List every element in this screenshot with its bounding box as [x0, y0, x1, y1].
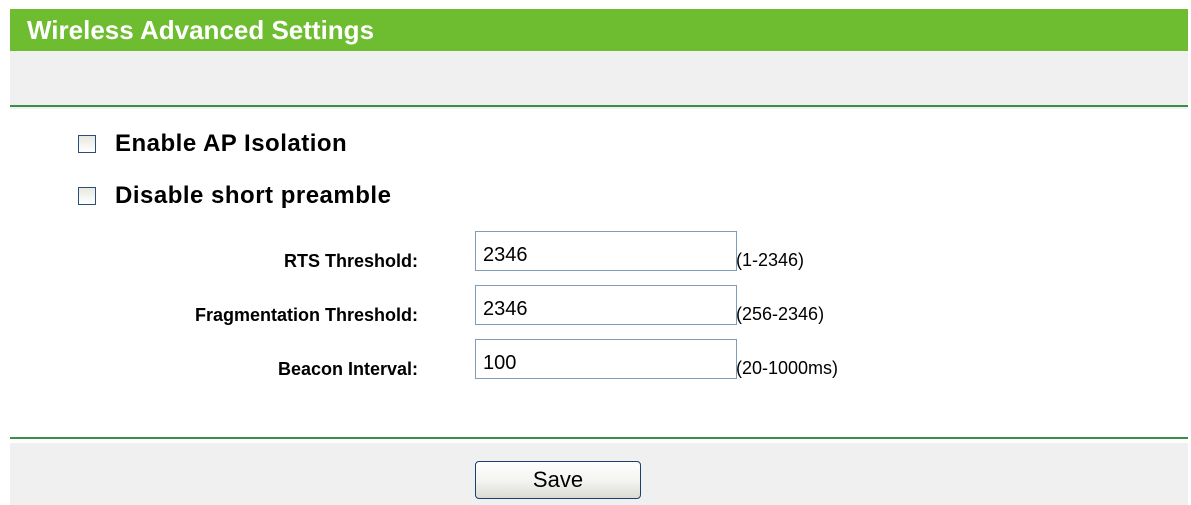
- rts-threshold-range: (1-2346): [736, 250, 805, 270]
- wireless-advanced-settings-panel: Wireless Advanced Settings Enable AP Iso…: [10, 9, 1188, 505]
- page-title: Wireless Advanced Settings: [27, 15, 375, 45]
- beacon-interval-range: (20-1000ms): [736, 358, 839, 378]
- fragmentation-threshold-range: (256-2346): [736, 304, 825, 324]
- top-divider: [10, 105, 1188, 107]
- bottom-divider: [10, 437, 1188, 439]
- rts-threshold-input[interactable]: [475, 231, 737, 271]
- short-preamble-label[interactable]: Disable short preamble: [115, 182, 391, 210]
- header-band: [10, 51, 1188, 109]
- ap-isolation-row: Enable AP Isolation: [78, 129, 347, 159]
- rts-threshold-label: RTS Threshold:: [284, 251, 418, 271]
- short-preamble-row: Disable short preamble: [78, 181, 391, 211]
- ap-isolation-label[interactable]: Enable AP Isolation: [115, 130, 347, 158]
- short-preamble-checkbox[interactable]: [78, 187, 96, 205]
- beacon-interval-label: Beacon Interval:: [277, 359, 418, 379]
- ap-isolation-checkbox[interactable]: [78, 135, 96, 153]
- fragmentation-threshold-input[interactable]: [475, 285, 737, 325]
- beacon-interval-input[interactable]: [475, 339, 737, 379]
- fragmentation-threshold-label: Fragmentation Threshold:: [194, 305, 418, 325]
- save-button[interactable]: Save: [475, 461, 641, 499]
- title-bar: Wireless Advanced Settings: [10, 9, 1188, 51]
